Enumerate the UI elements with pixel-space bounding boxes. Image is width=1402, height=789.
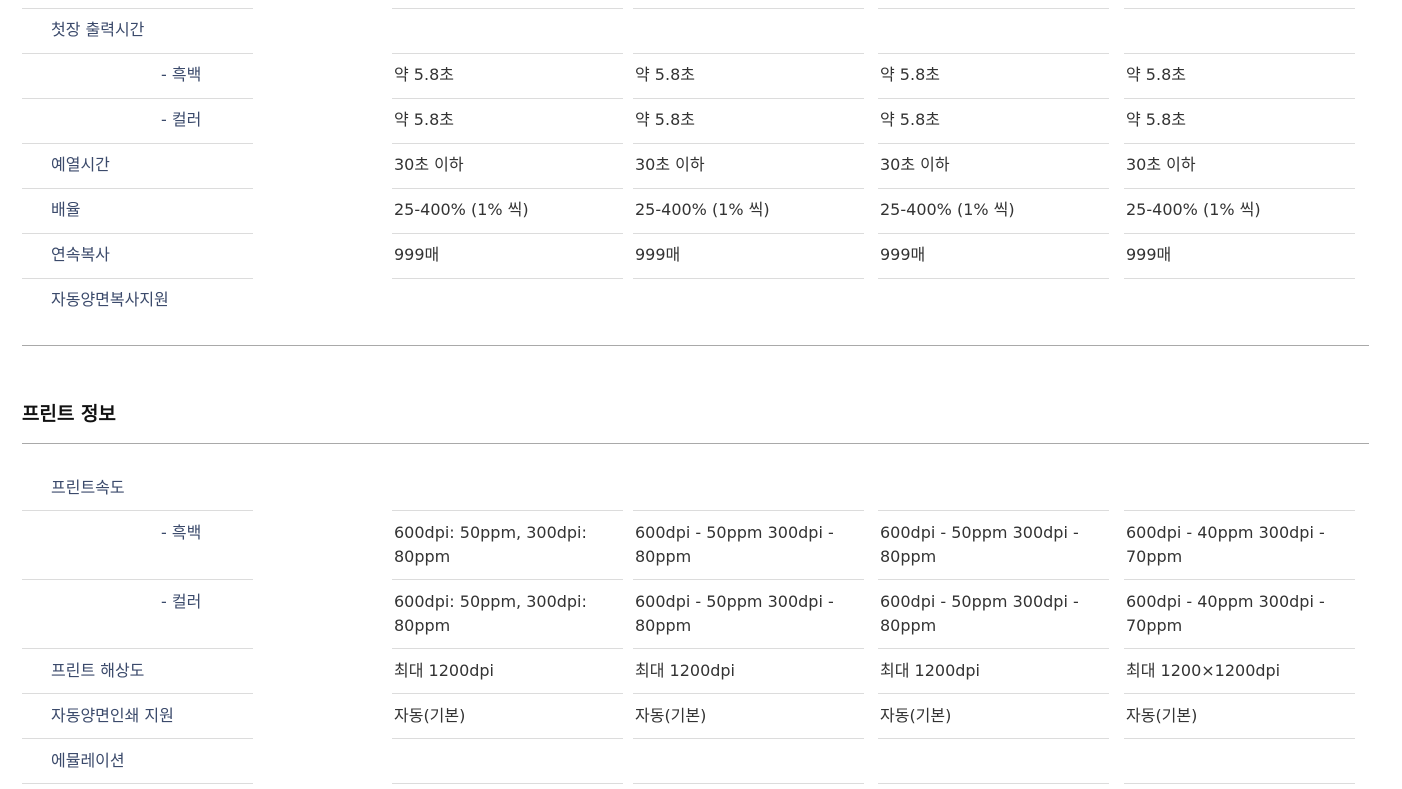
spec-value: 999매	[1124, 243, 1355, 279]
spec-value	[878, 749, 1109, 784]
spec-value	[633, 288, 864, 324]
spec-value	[1124, 288, 1355, 324]
cell-divider	[633, 53, 864, 54]
spec-value: 자동(기본)	[1124, 704, 1355, 739]
spec-value: 25-400% (1% 씩)	[878, 198, 1109, 234]
spec-value	[878, 476, 1109, 511]
copy-row-top-border	[22, 8, 253, 9]
section-divider	[22, 443, 1369, 444]
spec-value	[1124, 476, 1355, 511]
spec-value: 약 5.8초	[392, 63, 623, 99]
section-title: 프린트 정보	[22, 403, 117, 425]
cell-divider	[1124, 53, 1355, 54]
cell-divider	[392, 53, 623, 54]
spec-value: 999매	[878, 243, 1109, 279]
spec-value: 25-400% (1% 씩)	[392, 198, 623, 234]
spec-value: 약 5.8초	[1124, 108, 1355, 144]
spec-value: 약 5.8초	[633, 63, 864, 99]
spec-value: 약 5.8초	[1124, 63, 1355, 99]
spec-value: 30초 이하	[392, 153, 623, 189]
section-divider	[22, 345, 1369, 346]
spec-label: - 흑백	[22, 63, 253, 99]
spec-value: 600dpi - 50ppm 300dpi - 80ppm	[878, 521, 1109, 580]
spec-value: 최대 1200dpi	[878, 659, 1109, 694]
spec-value: 600dpi - 50ppm 300dpi - 80ppm	[633, 521, 864, 580]
spec-value: 25-400% (1% 씩)	[633, 198, 864, 234]
spec-value: 약 5.8초	[878, 63, 1109, 99]
spec-label: 첫장 출력시간	[22, 18, 253, 54]
spec-value: 약 5.8초	[878, 108, 1109, 144]
copy-row-top-border	[1124, 8, 1355, 9]
spec-value: 999매	[392, 243, 623, 279]
spec-value: 30초 이하	[633, 153, 864, 189]
spec-label: 연속복사	[22, 243, 253, 279]
copy-row-top-border	[878, 8, 1109, 9]
copy-row-top-border	[633, 8, 864, 9]
spec-label: - 컬러	[22, 108, 253, 144]
spec-value: 600dpi - 40ppm 300dpi - 70ppm	[1124, 521, 1355, 580]
spec-value: 600dpi - 50ppm 300dpi - 80ppm	[633, 590, 864, 649]
spec-value: 600dpi - 50ppm 300dpi - 80ppm	[878, 590, 1109, 649]
spec-value: 약 5.8초	[392, 108, 623, 144]
spec-value	[1124, 18, 1355, 54]
spec-value	[392, 288, 623, 324]
spec-value: 최대 1200dpi	[633, 659, 864, 694]
spec-value: 30초 이하	[878, 153, 1109, 189]
spec-value: 600dpi - 40ppm 300dpi - 70ppm	[1124, 590, 1355, 649]
spec-value: 25-400% (1% 씩)	[1124, 198, 1355, 234]
spec-value: 자동(기본)	[878, 704, 1109, 739]
spec-value: 999매	[633, 243, 864, 279]
spec-value	[633, 749, 864, 784]
spec-value: 600dpi: 50ppm, 300dpi: 80ppm	[392, 521, 623, 580]
spec-value: 최대 1200dpi	[392, 659, 623, 694]
spec-label: 프린트 해상도	[22, 659, 253, 694]
copy-row-top-border	[392, 8, 623, 9]
spec-value	[878, 18, 1109, 54]
spec-value: 30초 이하	[1124, 153, 1355, 189]
spec-label: 자동양면인쇄 지원	[22, 704, 253, 739]
spec-value	[1124, 749, 1355, 784]
spec-label: - 흑백	[22, 521, 253, 580]
cell-divider	[878, 53, 1109, 54]
spec-label: - 컬러	[22, 590, 253, 649]
spec-value	[633, 476, 864, 511]
spec-value: 약 5.8초	[633, 108, 864, 144]
spec-value	[633, 18, 864, 54]
spec-value	[878, 288, 1109, 324]
spec-label: 프린트속도	[22, 476, 253, 511]
spec-value	[392, 18, 623, 54]
spec-value: 자동(기본)	[633, 704, 864, 739]
spec-value: 최대 1200×1200dpi	[1124, 659, 1355, 694]
spec-value: 600dpi: 50ppm, 300dpi: 80ppm	[392, 590, 623, 649]
spec-label: 자동양면복사지원	[51, 290, 169, 309]
spec-value	[392, 476, 623, 511]
spec-label: 예열시간	[22, 153, 253, 189]
spec-label: 에뮬레이션	[22, 749, 253, 784]
spec-value	[392, 749, 623, 784]
spec-label: 배율	[22, 198, 253, 234]
spec-value: 자동(기본)	[392, 704, 623, 739]
